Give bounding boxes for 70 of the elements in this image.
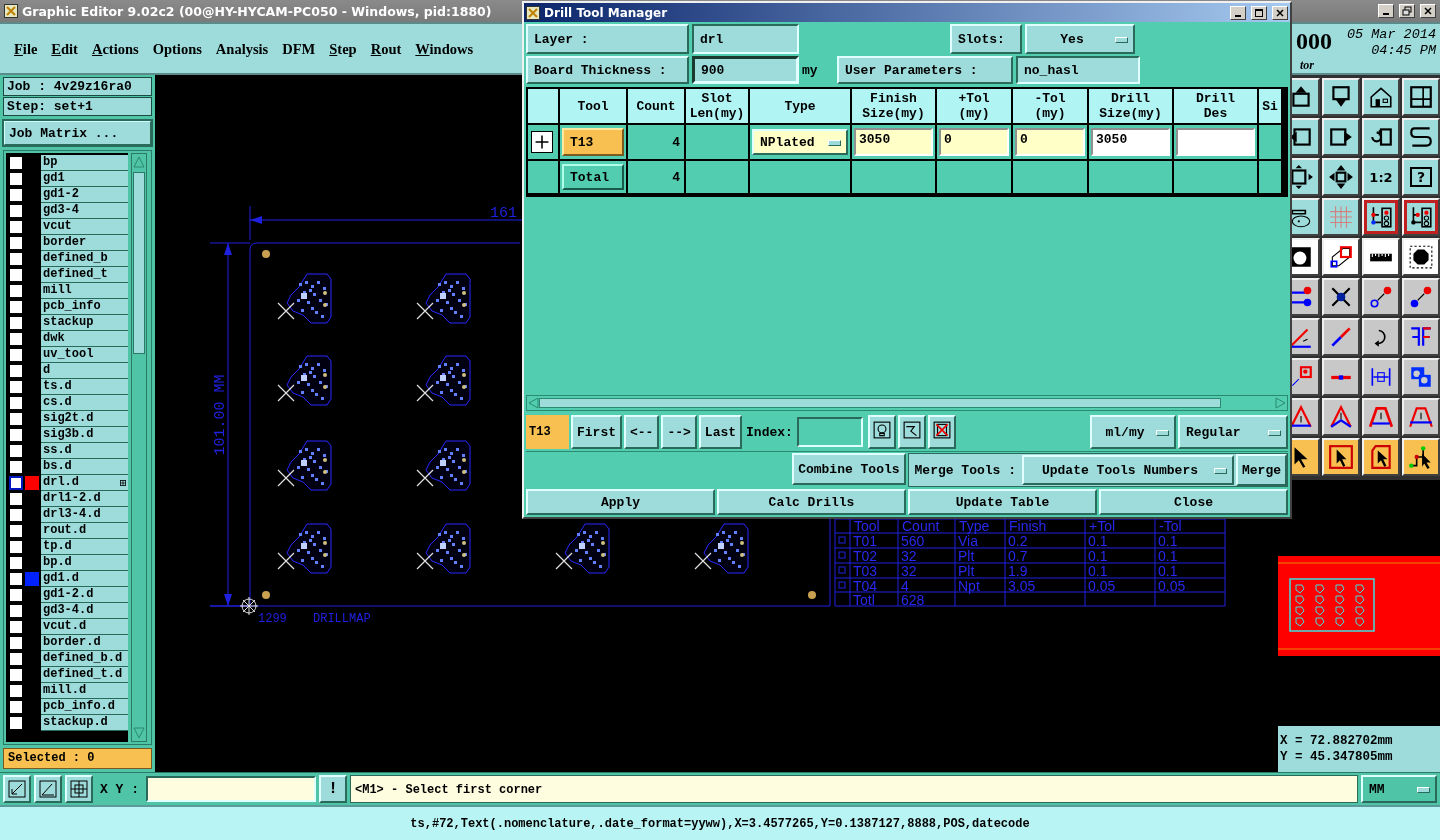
- index-label: Index:: [745, 423, 794, 442]
- ratio-icon: 1:2: [1369, 169, 1393, 185]
- table-cell: 4: [628, 125, 684, 159]
- step-label: Step: set+1: [3, 97, 152, 116]
- table-cell: 0.7: [1008, 548, 1028, 564]
- job-label: Job : 4v29z16ra0: [3, 77, 152, 96]
- column-header: +Tol (my): [937, 89, 1011, 123]
- table-cell: 32: [901, 563, 917, 579]
- window-title: Graphic Editor 9.02c2 (00@HY-HYCAM-PC050 - Windows, pid:1880): [22, 3, 492, 19]
- status-text: ts,#72,Text(.nomenclature,.date_format=yyww),X=3.4577265,Y=0.1387127,8888,POS,datecode: [410, 816, 1030, 831]
- table-cell: 1.9: [1008, 563, 1028, 579]
- table-cell: Totl: [853, 592, 875, 608]
- table-header: +Tol: [1089, 518, 1116, 534]
- table-cell: 32: [901, 548, 917, 564]
- date-text: 05 Mar 2014: [1346, 27, 1436, 43]
- table-header: Count: [902, 518, 940, 534]
- width-label: 161: [490, 205, 517, 222]
- table-cell: 560: [901, 533, 925, 549]
- table-cell: Via: [958, 533, 978, 549]
- column-header: -Tol (my): [1013, 89, 1087, 123]
- table-cell: 3.05: [1008, 578, 1036, 594]
- xy-label: X Y :: [100, 781, 139, 797]
- table-cell: 0.05: [1158, 578, 1186, 594]
- selected-count: Selected : 0: [3, 748, 152, 769]
- x-coordinate: X = 72.882702mm: [1280, 733, 1394, 749]
- table-cell: Npt: [958, 578, 980, 594]
- table-cell: 4: [628, 161, 684, 193]
- table-header: Finish: [1009, 518, 1047, 534]
- table-cell: 0.1: [1088, 533, 1108, 549]
- table-cell: Plt: [958, 563, 975, 579]
- board-thickness-label: Board Thickness :: [526, 56, 689, 84]
- caption-text: tor: [1300, 58, 1314, 73]
- table-cell: 0.1: [1158, 563, 1178, 579]
- column-header: Type: [750, 89, 850, 123]
- table-header: -Tol: [1159, 518, 1182, 534]
- clock-digits: 000: [1296, 28, 1332, 54]
- help-icon: ?: [1409, 167, 1433, 187]
- table-cell: T02: [853, 548, 878, 564]
- current-tool-label: T13: [526, 415, 569, 449]
- column-header: Slot Len(my): [686, 89, 748, 123]
- dialog-title: Drill Tool Manager: [544, 5, 668, 20]
- time-text: 04:45 PM: [1371, 43, 1436, 59]
- table-cell: Plt: [958, 548, 975, 564]
- slots-label: Slots:: [950, 24, 1022, 54]
- column-header: Si: [1259, 89, 1281, 123]
- message-field: <M1> - Select first corner: [350, 775, 1358, 803]
- table-cell: T03: [853, 563, 878, 579]
- table-cell: 0.1: [1158, 548, 1178, 564]
- column-header: Drill Des: [1174, 89, 1257, 123]
- table-cell: T04: [853, 578, 878, 594]
- table-cell: 0.05: [1088, 578, 1116, 594]
- merge-tools-label: Merge Tools :: [914, 462, 1016, 478]
- table-cell: 628: [901, 592, 925, 608]
- column-header: Drill Size(my): [1089, 89, 1172, 123]
- column-header: Finish Size(my): [852, 89, 935, 123]
- drillmap-label: DRILLMAP: [313, 612, 371, 626]
- table-cell: T01: [853, 533, 878, 549]
- table-cell: 4: [901, 578, 909, 594]
- table-cell: 0.1: [1158, 533, 1178, 549]
- column-header: Count: [628, 89, 684, 123]
- table-header: Type: [959, 518, 990, 534]
- table-cell: 0.2: [1008, 533, 1028, 549]
- table-header: Tool: [854, 518, 880, 534]
- table-cell: 0.1: [1088, 563, 1108, 579]
- origin-label: 1299: [258, 612, 287, 626]
- layer-label: Layer :: [526, 24, 689, 54]
- column-header: Tool: [560, 89, 626, 123]
- table-cell: 0.1: [1088, 548, 1108, 564]
- y-coordinate: Y = 45.347805mm: [1280, 749, 1394, 765]
- height-label: 101.00 MM: [212, 374, 229, 456]
